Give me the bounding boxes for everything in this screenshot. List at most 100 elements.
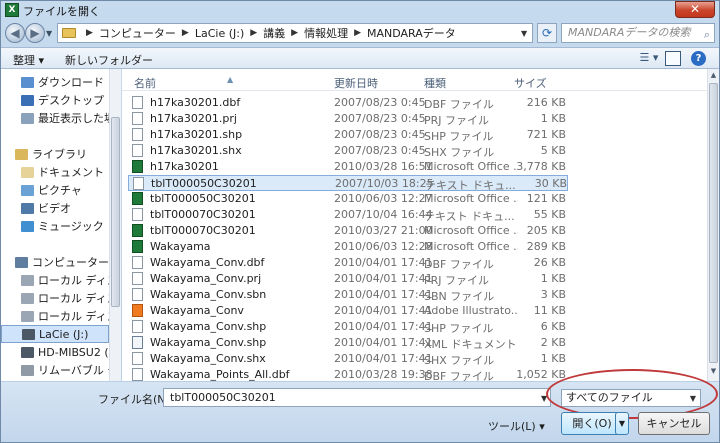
navigation-scroll-thumb[interactable] xyxy=(111,117,120,307)
nav-item[interactable]: ライブラリ xyxy=(1,145,109,163)
file-row[interactable]: tblT000070C30201 2007/10/04 16:44 テキスト ドキュ… xyxy=(128,207,568,223)
file-row[interactable]: h17ka30201.prj 2007/08/23 0:45 PRJ ファイル 1 K… xyxy=(128,111,568,127)
file-date: 2010/06/03 12:28 xyxy=(334,240,433,253)
column-size[interactable]: サイズ xyxy=(514,75,547,91)
document-file-icon xyxy=(133,177,144,190)
file-row[interactable]: tblT000050C30201 2007/10/03 18:25 テキスト ドキュ… xyxy=(128,175,568,192)
file-size: 1 KB xyxy=(540,272,566,285)
nav-item[interactable]: ミュージック xyxy=(1,217,109,235)
nav-item[interactable]: リムーバブル デ xyxy=(1,361,109,379)
breadcrumb-computer[interactable]: コンピューター xyxy=(99,25,176,41)
recent-places-icon xyxy=(21,112,34,124)
file-size: 216 KB xyxy=(526,96,566,109)
breadcrumb-separator-icon[interactable]: ▶ xyxy=(182,28,189,38)
breadcrumb-separator-icon[interactable]: ▶ xyxy=(291,28,298,38)
file-row[interactable]: h17ka30201 2010/03/28 16:51 Microsoft Offi… xyxy=(128,159,568,175)
file-row[interactable]: tblT000050C30201 2010/06/03 12:27 Microsof… xyxy=(128,191,568,207)
column-date[interactable]: 更新日時 xyxy=(334,75,378,91)
breadcrumb-info-processing[interactable]: 情報処理 xyxy=(304,25,348,41)
file-size: 121 KB xyxy=(526,192,566,205)
refresh-icon[interactable]: ⟳ xyxy=(537,23,557,43)
file-row[interactable]: h17ka30201.shx 2007/08/23 0:45 SHX ファイル 5 K… xyxy=(128,143,568,159)
scroll-down-icon[interactable]: ▼ xyxy=(709,367,718,379)
file-date: 2007/08/23 0:45 xyxy=(334,144,426,157)
help-icon[interactable]: ? xyxy=(691,51,706,66)
file-type: Microsoft Office ... xyxy=(424,160,518,173)
file-name: tblT000070C30201 xyxy=(150,208,256,221)
nav-item[interactable]: LaCie (J:) xyxy=(1,325,109,343)
file-type: Microsoft Office ... xyxy=(424,224,518,237)
address-bar[interactable]: ▶ コンピューター ▶ LaCie (J:) ▶ 講義 ▶ 情報処理 ▶ MAN… xyxy=(57,23,533,43)
tools-menu-button[interactable]: ツール(L) ▾ xyxy=(488,418,545,434)
breadcrumb-separator-icon[interactable]: ▶ xyxy=(250,28,257,38)
file-row[interactable]: Wakayama_Conv.shp 2010/04/01 17:41 XML ドキュ… xyxy=(128,335,568,351)
address-dropdown-icon[interactable]: ▼ xyxy=(521,29,527,38)
nav-item[interactable]: ダウンロード xyxy=(1,73,109,91)
file-row[interactable]: Wakayama_Conv.shx 2010/04/01 17:41 SHX ファイ… xyxy=(128,351,568,367)
file-type: PRJ ファイル xyxy=(424,274,490,287)
nav-item[interactable]: デスクトップ xyxy=(1,91,109,109)
desktop-icon xyxy=(21,94,34,106)
nav-item[interactable]: ローカル ディスク xyxy=(1,271,109,289)
nav-item[interactable]: ローカル ディスク xyxy=(1,289,109,307)
file-name: tblT000070C30201 xyxy=(150,224,256,237)
breadcrumb-separator-icon[interactable]: ▶ xyxy=(354,28,361,38)
close-button[interactable]: ✕ xyxy=(675,1,715,18)
file-row[interactable]: Wakayama_Conv.sbn 2010/04/01 17:41 SBN ファイ… xyxy=(128,287,568,303)
recent-locations-dropdown-icon[interactable]: ▼ xyxy=(46,29,52,38)
file-size: 6 KB xyxy=(540,320,566,333)
file-type: SHX ファイル xyxy=(424,146,495,159)
file-row[interactable]: tblT000070C30201 2010/03/27 21:00 Microsof… xyxy=(128,223,568,239)
breadcrumb-drive[interactable]: LaCie (J:) xyxy=(195,27,244,40)
file-row[interactable]: Wakayama_Conv.prj 2010/04/01 17:41 PRJ ファイ… xyxy=(128,271,568,287)
open-options-dropdown-icon[interactable]: ▼ xyxy=(615,412,629,435)
file-row[interactable]: Wakayama_Conv.shp 2010/04/01 17:41 SHP ファイ… xyxy=(128,319,568,335)
search-icon[interactable]: ⌕ xyxy=(704,26,710,44)
document-file-icon xyxy=(132,368,143,381)
file-name: Wakayama_Conv xyxy=(150,304,244,317)
preview-pane-icon[interactable] xyxy=(665,51,681,66)
back-arrow-icon[interactable]: ◀ xyxy=(5,23,25,43)
scroll-up-icon[interactable]: ▲ xyxy=(709,71,718,83)
navigation-scrollbar[interactable] xyxy=(109,69,121,381)
breadcrumb-mandara-data[interactable]: MANDARAデータ xyxy=(367,25,456,41)
filename-input[interactable]: tblT000050C30201 xyxy=(163,388,551,407)
file-row[interactable]: h17ka30201.shp 2007/08/23 0:45 SHP ファイル 721… xyxy=(128,127,568,143)
file-list-scroll-thumb[interactable] xyxy=(709,83,718,363)
file-size: 55 KB xyxy=(533,208,566,221)
nav-item[interactable]: ローカル ディスク xyxy=(1,307,109,325)
new-folder-button[interactable]: 新しいフォルダー xyxy=(65,52,153,68)
open-button[interactable]: 開く(O) xyxy=(561,412,623,435)
file-list-scrollbar[interactable]: ▲ ▼ xyxy=(707,69,719,381)
nav-item-label: デスクトップ xyxy=(38,94,104,107)
nav-item[interactable]: 最近表示した場所 xyxy=(1,109,109,127)
forward-arrow-icon[interactable]: ▶ xyxy=(25,23,45,43)
file-date: 2007/08/23 0:45 xyxy=(334,128,426,141)
cancel-button[interactable]: キャンセル xyxy=(638,412,710,435)
nav-item[interactable]: ビデオ xyxy=(1,199,109,217)
file-row[interactable]: Wakayama_Conv.dbf 2010/04/01 17:41 DBF ファイ… xyxy=(128,255,568,271)
file-date: 2010/04/01 17:41 xyxy=(334,256,433,269)
file-row[interactable]: Wakayama 2010/06/03 12:28 Microsoft Office… xyxy=(128,239,568,255)
search-placeholder: MANDARAデータの検索 xyxy=(568,26,691,39)
search-input[interactable]: MANDARAデータの検索 ⌕ xyxy=(561,23,715,43)
nav-item[interactable]: ピクチャ xyxy=(1,181,109,199)
documents-icon xyxy=(21,166,34,178)
breadcrumb-separator-icon[interactable]: ▶ xyxy=(86,28,93,38)
breadcrumb-lecture[interactable]: 講義 xyxy=(263,25,285,41)
document-file-icon xyxy=(132,112,143,125)
file-type: DBF ファイル xyxy=(424,98,494,111)
view-options-icon[interactable]: ☰ ▾ xyxy=(637,51,661,66)
organize-button[interactable]: 整理 ▾ xyxy=(13,52,44,68)
file-row[interactable]: Wakayama_Points_All.dbf 2010/03/28 19:38 D… xyxy=(128,367,568,381)
file-row[interactable]: Wakayama_Conv 2010/04/01 17:41 Adobe Illus… xyxy=(128,303,568,319)
file-row[interactable]: h17ka30201.dbf 2007/08/23 0:45 DBF ファイル 216… xyxy=(128,95,568,111)
nav-item[interactable]: ドキュメント xyxy=(1,163,109,181)
nav-item-label: ドキュメント xyxy=(38,166,104,179)
column-type[interactable]: 種類 xyxy=(424,75,446,91)
file-type: DBF ファイル xyxy=(424,258,494,271)
nav-item[interactable]: HD-MIBSU2 (K xyxy=(1,343,109,361)
nav-item[interactable]: コンピューター xyxy=(1,253,109,271)
file-name: tblT000050C30201 xyxy=(151,177,257,190)
column-name[interactable]: 名前 xyxy=(134,75,156,91)
